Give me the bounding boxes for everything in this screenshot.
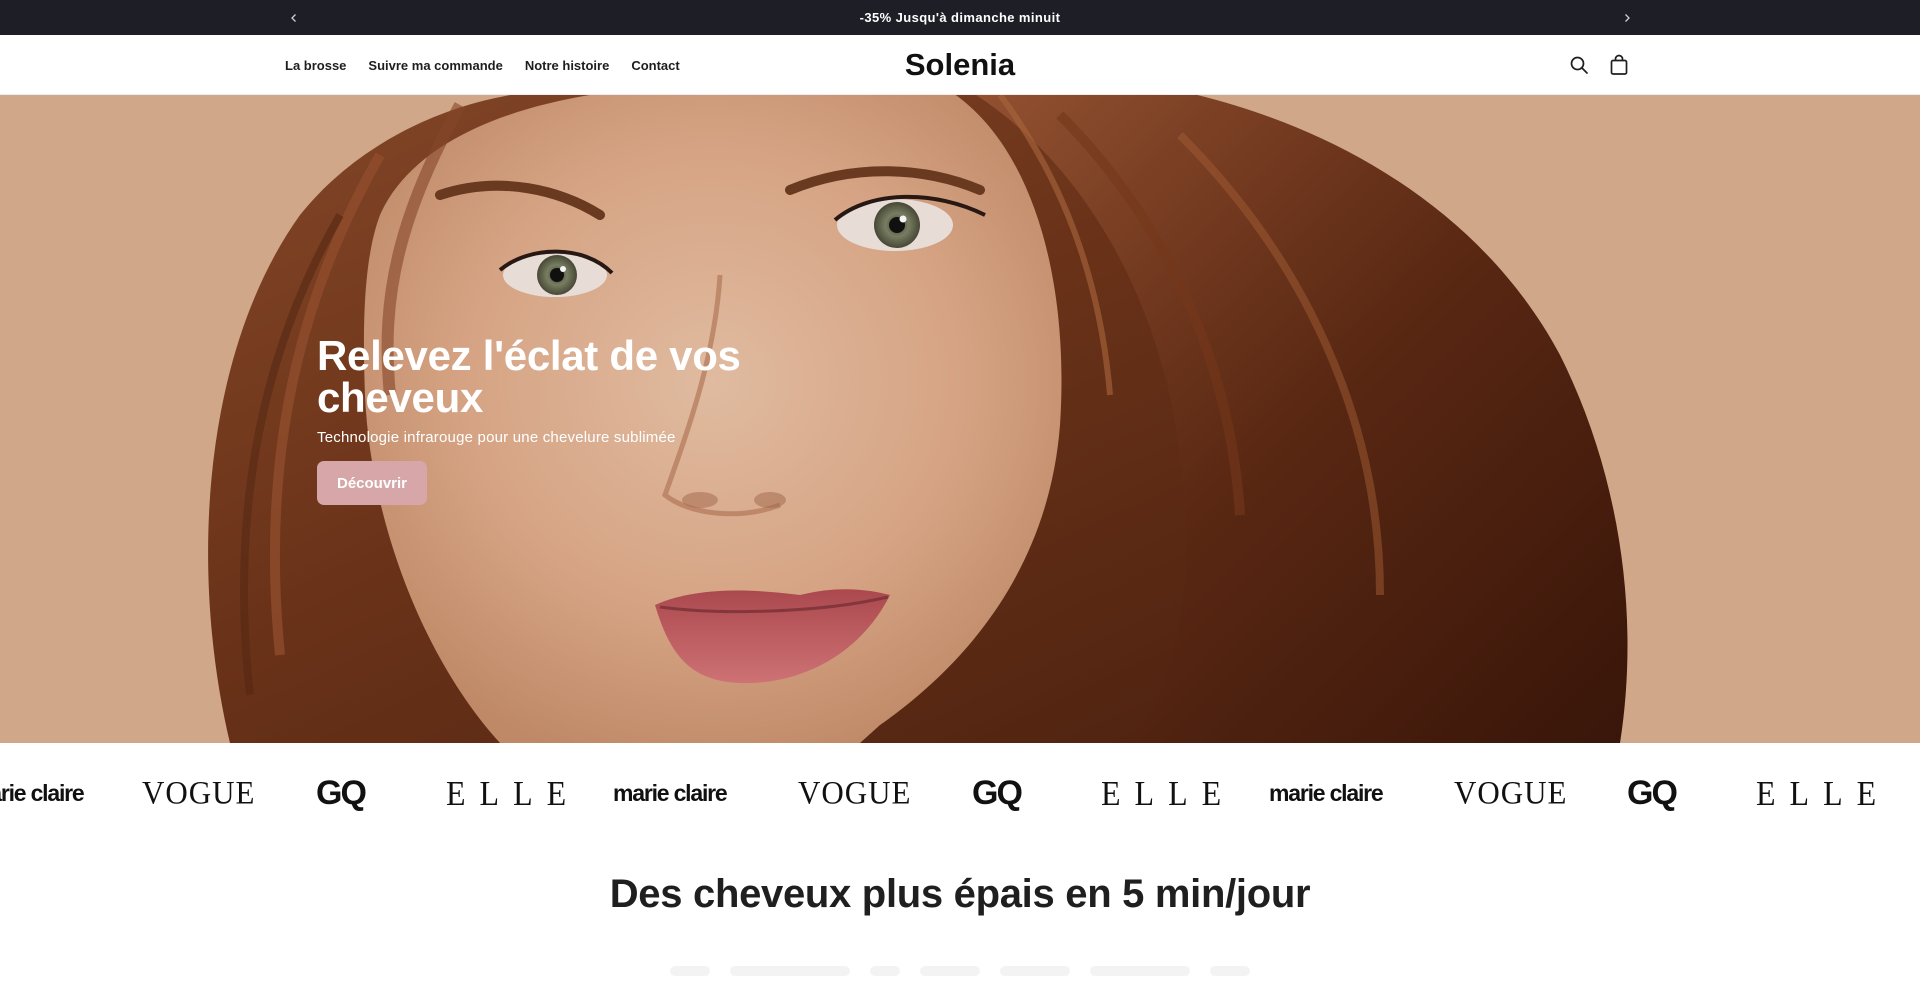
press-logo-vogue: VOGUE — [1454, 774, 1568, 811]
main-nav: La brosse Suivre ma commande Notre histo… — [285, 35, 680, 95]
hero-content: Relevez l'éclat de vos cheveux Technolog… — [317, 335, 797, 505]
press-logo-gq: GQ — [972, 773, 1023, 812]
press-logo-marie: marie claire — [0, 779, 85, 806]
nav-item-la-brosse[interactable]: La brosse — [285, 58, 346, 73]
search-button[interactable] — [1566, 52, 1592, 78]
press-logo-elle: ELLE — [1756, 772, 1891, 813]
site-logo[interactable]: Solenia — [905, 47, 1015, 83]
chevron-right-icon — [1625, 14, 1630, 22]
press-logo-gq: GQ — [316, 773, 367, 812]
press-logo-vogue: VOGUE — [142, 774, 256, 811]
discover-button[interactable]: Découvrir — [317, 461, 427, 505]
hero-title: Relevez l'éclat de vos cheveux — [317, 332, 741, 421]
cart-button[interactable] — [1606, 52, 1632, 78]
hero-banner: Relevez l'éclat de vos cheveux Technolog… — [0, 95, 1920, 743]
announcement-text: -35% Jusqu'à dimanche minuit — [859, 10, 1061, 25]
press-logo-marie: marie claire — [613, 779, 728, 806]
site-header: Solenia La brosse Suivre ma commande Not… — [0, 35, 1920, 95]
nav-item-notre-histoire[interactable]: Notre histoire — [525, 58, 610, 73]
press-logo-elle: ELLE — [1101, 772, 1236, 813]
announcement-bar: -35% Jusqu'à dimanche minuit — [0, 0, 1920, 35]
section-faded-text — [0, 960, 1920, 993]
press-logos: marie claire VOGUE GQ ELLE marie claire VOGUE… — [0, 743, 1920, 845]
section-title: Des cheveux plus épais en 5 min/jour — [609, 872, 1311, 916]
chevron-left-icon — [291, 14, 296, 22]
press-logo-marie: marie claire — [1269, 779, 1384, 806]
press-logo-gq: GQ — [1627, 773, 1678, 812]
hero-subtitle: Technologie infrarouge pour une chevelur… — [317, 429, 676, 446]
press-logo-elle: ELLE — [446, 772, 581, 813]
announcement-prev-button[interactable] — [284, 8, 304, 28]
shopping-bag-icon — [1610, 54, 1628, 75]
nav-item-contact[interactable]: Contact — [631, 58, 679, 73]
nav-item-suivre-commande[interactable]: Suivre ma commande — [368, 58, 502, 73]
announcement-next-button[interactable] — [1617, 8, 1637, 28]
press-logo-vogue: VOGUE — [798, 774, 912, 811]
hero-image — [0, 95, 1920, 743]
search-icon — [1570, 56, 1588, 74]
